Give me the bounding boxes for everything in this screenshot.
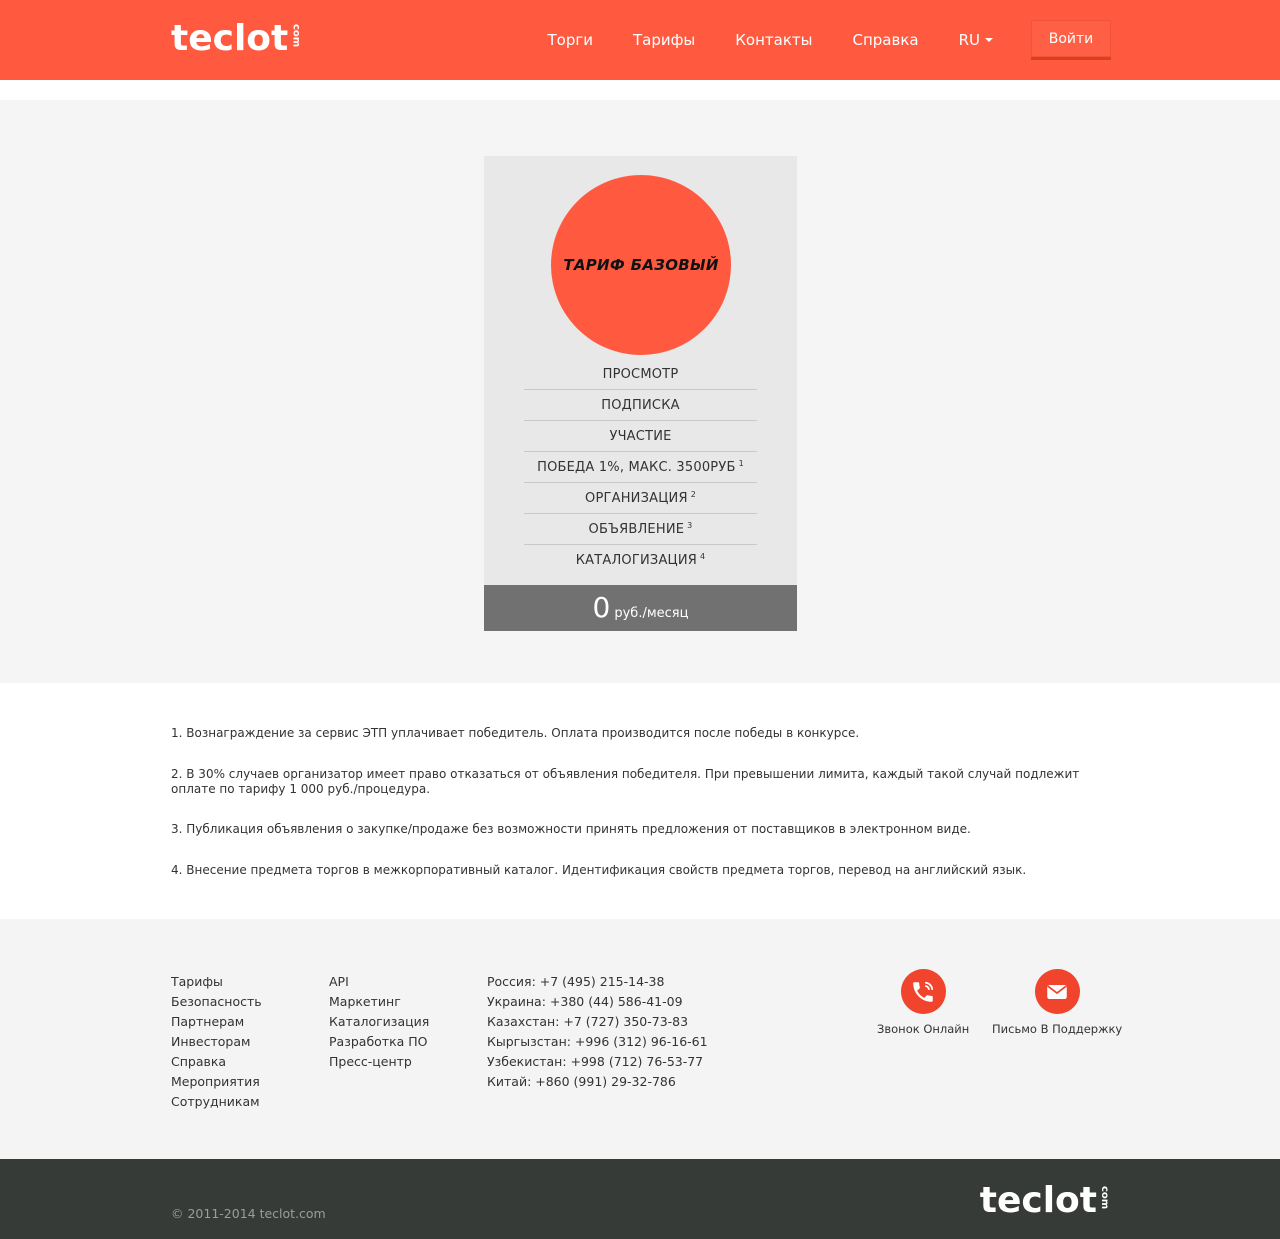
call-online-label: Звонок Онлайн [877, 1022, 970, 1036]
bottom-bar: © 2011-2014 teclot.com teclot com [0, 1159, 1280, 1239]
plan-price: 0 руб./месяц [484, 585, 797, 631]
footer-link[interactable]: Разработка ПО [329, 1032, 429, 1052]
footer-links-2: API Маркетинг Каталогизация Разработка П… [329, 972, 429, 1072]
footnote-ref: 4 [700, 552, 706, 561]
footer-links-1: Тарифы Безопасность Партнерам Инвесторам… [171, 972, 262, 1112]
call-online-button[interactable]: Звонок Онлайн [877, 969, 969, 1036]
footnote-2: 2. В 30% случаев организатор имеет право… [171, 767, 1080, 796]
login-button[interactable]: Войти [1031, 20, 1111, 60]
plan-feature: ПРОСМОТР [524, 359, 757, 390]
footer-link[interactable]: Мероприятия [171, 1072, 262, 1092]
contact-phone: Китай: +860 (991) 29-32-786 [487, 1074, 676, 1089]
plan-title: ТАРИФ БАЗОВЫЙ [563, 256, 719, 274]
nav-item-auctions[interactable]: Торги [547, 31, 593, 49]
footer-link[interactable]: Инвесторам [171, 1032, 262, 1052]
contact-phone: Узбекистан: +998 (712) 76-53-77 [487, 1054, 704, 1069]
footer-logo[interactable]: teclot com [979, 1180, 1110, 1221]
plan-feature: ПОБЕДА 1%, МАКС. 3500РУБ 1 [524, 452, 757, 483]
footer-link[interactable]: Безопасность [171, 992, 262, 1012]
envelope-icon [1034, 969, 1080, 1014]
pricing-section: ТАРИФ БАЗОВЫЙ ПРОСМОТР ПОДПИСКА УЧАСТИЕ … [0, 100, 1280, 683]
logo-text: teclot [979, 1180, 1097, 1221]
copyright: © 2011-2014 teclot.com [171, 1206, 326, 1221]
plan-feature: ОРГАНИЗАЦИЯ 2 [524, 483, 757, 514]
footer-link[interactable]: Сотрудникам [171, 1092, 262, 1112]
main-nav: Торги Тарифы Контакты Справка RU Войти [507, 0, 1111, 80]
footnote-ref: 3 [687, 520, 693, 530]
footnote-1: 1. Вознаграждение за сервис ЭТП уплачива… [171, 726, 860, 740]
footer-link[interactable]: Партнерам [171, 1012, 262, 1032]
logo[interactable]: teclot com [171, 18, 302, 59]
footer-link[interactable]: Маркетинг [329, 992, 429, 1012]
footnote-3: 3. Публикация объявления о закупке/прода… [171, 822, 971, 836]
footer-link[interactable]: Каталогизация [329, 1012, 429, 1032]
logo-suffix: com [1099, 1186, 1110, 1210]
price-unit: руб./месяц [614, 605, 689, 621]
footer-contacts: Россия: +7 (495) 215-14-38 Украина: +380… [487, 972, 708, 1092]
price-value: 0 [592, 591, 611, 624]
footnote-ref: 2 [690, 489, 696, 499]
footer-link[interactable]: Тарифы [171, 972, 262, 992]
plan-feature: УЧАСТИЕ [524, 421, 757, 452]
phone-icon [900, 969, 946, 1014]
plan-features: ПРОСМОТР ПОДПИСКА УЧАСТИЕ ПОБЕДА 1%, МАК… [524, 359, 757, 576]
footnote-ref: 1 [738, 458, 744, 468]
footer: Тарифы Безопасность Партнерам Инвесторам… [0, 919, 1280, 1159]
plan-feature: ОБЪЯВЛЕНИЕ 3 [524, 514, 757, 545]
footer-link[interactable]: Пресс-центр [329, 1052, 429, 1072]
contact-phone: Украина: +380 (44) 586-41-09 [487, 994, 683, 1009]
contact-phone: Казахстан: +7 (727) 350-73-83 [487, 1014, 689, 1029]
nav-item-tariffs[interactable]: Тарифы [633, 31, 695, 49]
header: teclot com Торги Тарифы Контакты Справка… [0, 0, 1280, 80]
footnote-4: 4. Внесение предмета торгов в межкорпора… [171, 863, 1027, 877]
language-dropdown[interactable]: RU [959, 31, 993, 49]
footer-link[interactable]: API [329, 972, 429, 992]
nav-item-help[interactable]: Справка [853, 31, 919, 49]
plan-card: ТАРИФ БАЗОВЫЙ ПРОСМОТР ПОДПИСКА УЧАСТИЕ … [484, 156, 797, 631]
logo-suffix: com [290, 24, 302, 48]
contact-phone: Россия: +7 (495) 215-14-38 [487, 974, 665, 989]
caret-down-icon [985, 38, 993, 42]
plan-feature: КАТАЛОГИЗАЦИЯ 4 [575, 552, 706, 568]
language-label: RU [958, 31, 980, 49]
plan-feature: ПОДПИСКА [524, 390, 757, 421]
logo-text: teclot [171, 18, 289, 59]
contact-phone: Кыргызстан: +996 (312) 96-16-61 [487, 1034, 708, 1049]
footnotes: 1. Вознаграждение за сервис ЭТП уплачива… [0, 683, 1280, 919]
plan-badge: ТАРИФ БАЗОВЫЙ [551, 175, 731, 355]
support-mail-label: Письмо В Поддержку [992, 1022, 1123, 1036]
support-mail-button[interactable]: Письмо В Поддержку [992, 969, 1122, 1036]
footer-link[interactable]: Справка [171, 1052, 262, 1072]
nav-item-contacts[interactable]: Контакты [735, 31, 812, 49]
